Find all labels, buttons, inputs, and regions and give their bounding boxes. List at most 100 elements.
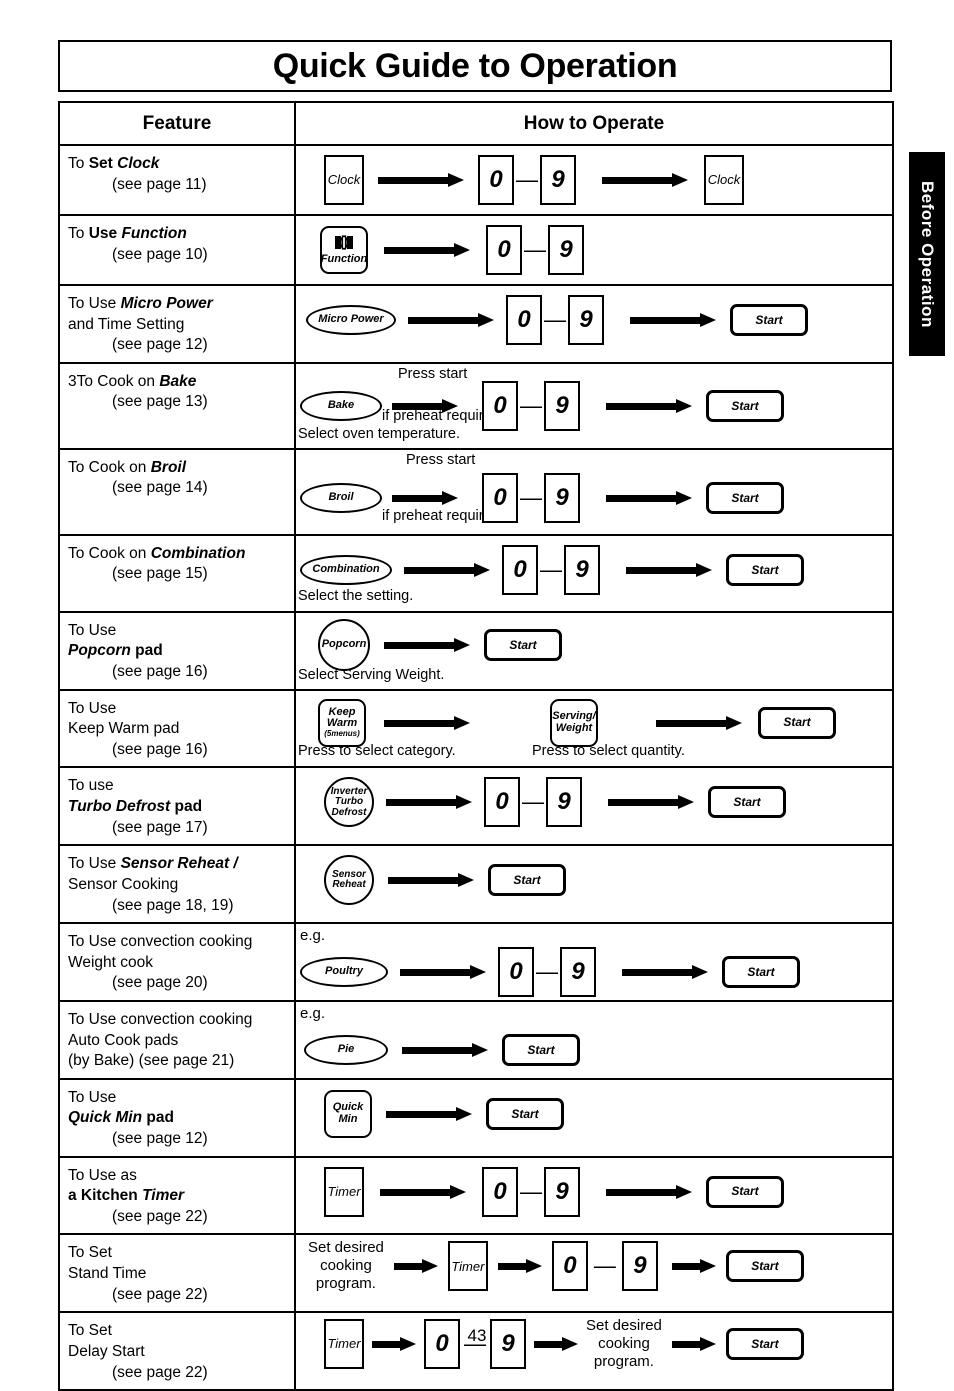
howto-cell-sensor-reheat: Sensor Reheat Start: [296, 846, 892, 922]
page-reference: (see page 12): [112, 336, 208, 354]
poultry-pad[interactable]: Poultry: [300, 957, 388, 988]
arrow-icon: [384, 243, 470, 257]
sensor-reheat-pad[interactable]: Sensor Reheat: [324, 855, 374, 906]
feature-cell-sensor-reheat: To Use Sensor Reheat / Sensor Cooking (s…: [60, 846, 296, 923]
arrow-icon: [386, 795, 472, 810]
feature-cell-bake: 3To Cook on Bake (see page 13): [60, 363, 296, 448]
quick-min-pad[interactable]: Quick Min: [324, 1089, 372, 1138]
number-key-0[interactable]: 0: [482, 380, 518, 431]
microwave-door-icon: [334, 235, 354, 253]
number-key-0[interactable]: 0: [482, 1166, 518, 1217]
number-key-9[interactable]: 9: [548, 225, 584, 275]
timer-pad[interactable]: Timer: [324, 1166, 364, 1217]
number-key-9[interactable]: 9: [544, 1166, 580, 1217]
arrow-icon: [386, 1106, 472, 1121]
popcorn-pad[interactable]: Popcorn: [318, 618, 370, 671]
feature-text: To Set: [68, 1244, 112, 1262]
feature-cell-combination: To Cook on Combination (see page 15): [60, 535, 296, 611]
start-button[interactable]: Start: [730, 304, 808, 336]
broil-pad[interactable]: Broil: [300, 482, 382, 513]
start-button[interactable]: Start: [502, 1033, 580, 1066]
page-reference: (see page 11): [112, 175, 207, 193]
page-title: Quick Guide to Operation: [272, 46, 678, 85]
bake-pad[interactable]: Bake: [300, 390, 382, 421]
number-key-9[interactable]: 9: [621, 1241, 658, 1292]
start-button[interactable]: Start: [484, 628, 562, 661]
number-key-0[interactable]: 0: [486, 225, 522, 275]
number-key-9[interactable]: 9: [546, 777, 582, 828]
start-button[interactable]: Start: [706, 389, 784, 422]
number-key-9[interactable]: 9: [560, 947, 596, 998]
start-button[interactable]: Start: [726, 553, 804, 586]
start-button[interactable]: Start: [725, 1250, 804, 1283]
serving-weight-pad[interactable]: Serving/ Weight: [550, 698, 598, 747]
start-button[interactable]: Start: [706, 481, 784, 514]
range-dash: —: [536, 959, 558, 985]
howto-cell-set-clock: Clock 0 — 9 Clock: [296, 146, 892, 214]
feature-text-bold-italic: Sensor Reheat /: [120, 855, 238, 873]
feature-text: To use: [68, 777, 114, 795]
number-key-9[interactable]: 9: [564, 544, 600, 595]
arrow-icon: [656, 715, 742, 730]
instruction-set-program: Set desired cooking program.: [308, 1239, 384, 1293]
feature-text: To Cook on: [68, 544, 151, 562]
function-pad[interactable]: Function: [320, 226, 368, 274]
feature-cell-turbo-defrost: To use Turbo Defrost pad (see page 17): [60, 768, 296, 845]
start-button[interactable]: Start: [706, 1175, 784, 1208]
number-key-0[interactable]: 0: [551, 1241, 588, 1292]
number-key-9[interactable]: 9: [544, 472, 580, 523]
keep-warm-pad[interactable]: Keep Warm (5menus): [318, 698, 366, 747]
number-key-9[interactable]: 9: [568, 295, 604, 345]
page-reference: (see page 17): [112, 818, 208, 836]
page-reference: (see page 22): [112, 1207, 208, 1225]
arrow-icon: [606, 490, 692, 505]
feature-cell-weight-cook: To Use convection cooking Weight cook (s…: [60, 924, 296, 1000]
number-key-0[interactable]: 0: [498, 947, 534, 998]
start-button[interactable]: Start: [758, 706, 836, 739]
clock-pad[interactable]: Clock: [324, 155, 364, 205]
number-key-0[interactable]: 0: [482, 472, 518, 523]
section-tab-before-operation: Before Operation: [909, 152, 945, 356]
feature-text: To Use: [68, 295, 121, 312]
combination-pad[interactable]: Combination: [300, 554, 392, 585]
micro-power-pad[interactable]: Micro Power: [306, 305, 396, 335]
arrow-icon: [393, 1259, 438, 1274]
arrow-icon: [384, 715, 470, 730]
feature-text-bold-italic: Micro Power: [120, 295, 213, 312]
start-button[interactable]: Start: [722, 956, 800, 989]
arrow-icon: [626, 562, 712, 577]
arrow-icon: [384, 637, 470, 652]
feature-cell-keep-warm: To Use Keep Warm pad (see page 16): [60, 690, 296, 767]
feature-text: To Use: [68, 621, 117, 639]
table-header-row: Feature How to Operate: [60, 103, 892, 146]
howto-cell-bake: Press start if preheat required. Select …: [296, 364, 892, 448]
feature-text-bold: pad: [130, 642, 163, 660]
number-key-9[interactable]: 9: [544, 380, 580, 431]
number-key-0[interactable]: 0: [506, 295, 542, 345]
page-reference: (see page 18, 19): [112, 896, 234, 914]
feature-text-bold: Stand Time: [68, 1265, 147, 1283]
number-key-0[interactable]: 0: [484, 777, 520, 828]
howto-cell-auto-cook: e.g. Pie Start: [296, 1002, 892, 1076]
table-row: To Cook on Combination (see page 15) Sel…: [60, 535, 892, 613]
arrow-icon: [408, 313, 494, 327]
pie-pad[interactable]: Pie: [304, 1034, 388, 1065]
clock-pad[interactable]: Clock: [704, 155, 744, 205]
start-button[interactable]: Start: [708, 786, 786, 819]
inverter-turbo-defrost-pad[interactable]: Inverter Turbo Defrost: [324, 777, 374, 828]
number-key-9[interactable]: 9: [540, 155, 576, 205]
feature-text: To Use: [68, 699, 117, 717]
feature-text-bold-italic: Turbo Defrost: [68, 798, 171, 816]
timer-pad[interactable]: Timer: [447, 1241, 488, 1292]
feature-text-bold: Keep Warm pad: [68, 720, 180, 738]
start-button[interactable]: Start: [486, 1097, 564, 1130]
number-key-0[interactable]: 0: [502, 544, 538, 595]
start-button[interactable]: Start: [488, 864, 566, 897]
table-row: To Set Delay Start (see page 22) Timer 0…: [60, 1313, 892, 1390]
table-row: To Use Function (see page 10) Function 0…: [60, 216, 892, 286]
number-key-0[interactable]: 0: [478, 155, 514, 205]
howto-cell-quick-min: Quick Min Start: [296, 1080, 892, 1156]
arrow-icon: [671, 1259, 716, 1274]
howto-cell-delay-start: Timer 0 — 9 Set desired cooking program.…: [296, 1313, 892, 1389]
arrow-icon: [608, 795, 694, 810]
